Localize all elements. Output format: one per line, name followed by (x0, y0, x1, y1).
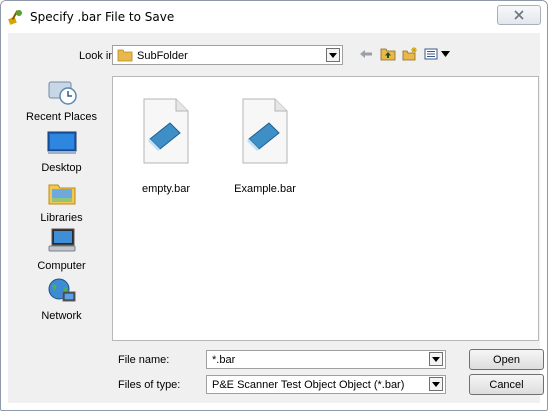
file-item[interactable]: empty.bar (120, 87, 212, 195)
place-libraries[interactable]: Libraries (14, 179, 109, 224)
filename-value: *.bar (212, 354, 236, 366)
new-folder-icon (402, 47, 417, 61)
place-computer[interactable]: Computer (14, 227, 109, 272)
cancel-button-label: Cancel (489, 378, 524, 391)
recent-places-icon (48, 81, 77, 105)
window-title: Specify .bar File to Save (30, 10, 175, 24)
file-item[interactable]: Example.bar (219, 87, 311, 195)
desktop-icon (47, 131, 76, 154)
open-button-label: Open (493, 353, 520, 366)
new-folder-button[interactable] (402, 46, 418, 62)
folder-icon (117, 49, 133, 62)
title-bar: Specify .bar File to Save (1, 1, 547, 33)
close-x-icon (514, 10, 524, 20)
filetype-label: Files of type: (118, 379, 181, 391)
file-name: empty.bar (141, 183, 191, 195)
close-button[interactable] (497, 5, 541, 25)
filename-dropdown-button[interactable] (429, 352, 443, 366)
view-menu-button[interactable] (424, 46, 452, 62)
lookin-value: SubFolder (137, 50, 188, 62)
places-bar: Recent Places Desktop Libraries Computer… (14, 76, 109, 342)
view-menu-icon (424, 48, 450, 60)
notepad-file-icon (143, 98, 189, 164)
back-arrow-icon (360, 50, 372, 58)
libraries-icon (48, 184, 75, 205)
place-network[interactable]: Network (14, 277, 109, 322)
computer-icon (48, 228, 75, 252)
file-name: Example.bar (234, 183, 296, 195)
file-list[interactable]: empty.bar Example.bar (112, 76, 539, 341)
shovel-app-icon (8, 10, 22, 25)
filename-input[interactable]: *.bar (206, 350, 446, 369)
notepad-file-icon (242, 98, 288, 164)
place-label: Computer (37, 260, 86, 272)
up-folder-button[interactable] (380, 46, 396, 62)
place-label: Desktop (41, 162, 82, 174)
filetype-dropdown-button[interactable] (429, 377, 443, 391)
file-save-dialog: Specify .bar File to Save Look in: SubFo… (0, 0, 548, 411)
lookin-combo[interactable]: SubFolder (112, 45, 343, 65)
back-button[interactable] (358, 46, 374, 62)
open-button[interactable]: Open (469, 349, 544, 370)
place-label: Recent Places (26, 111, 97, 123)
cancel-button[interactable]: Cancel (469, 374, 544, 395)
place-recent-places[interactable]: Recent Places (14, 78, 109, 123)
filename-label: File name: (118, 354, 170, 366)
chevron-down-icon (432, 356, 440, 362)
dialog-body: Look in: SubFolder Recent Places Desktop… (8, 33, 544, 403)
chevron-down-icon (329, 52, 337, 58)
place-desktop[interactable]: Desktop (14, 129, 109, 174)
filetype-select[interactable]: P&E Scanner Test Object Object (*.bar) (206, 375, 446, 394)
network-icon (48, 278, 75, 302)
place-label: Network (41, 310, 82, 322)
lookin-dropdown-button[interactable] (326, 48, 340, 62)
chevron-down-icon (432, 381, 440, 387)
navigation-toolbar (358, 45, 452, 63)
place-label: Libraries (40, 212, 83, 224)
filetype-value: P&E Scanner Test Object Object (*.bar) (212, 379, 405, 391)
up-folder-icon (380, 48, 396, 61)
